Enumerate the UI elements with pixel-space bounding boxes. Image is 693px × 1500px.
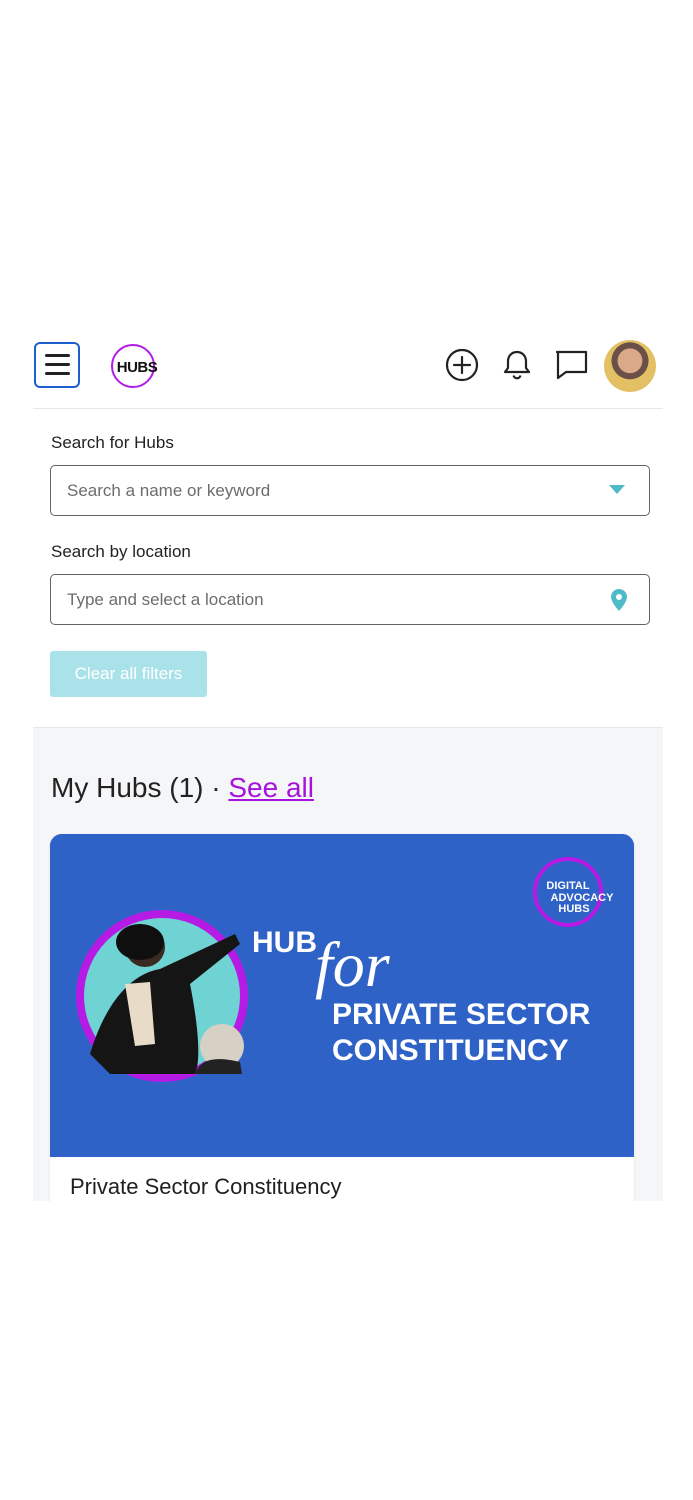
- badge-line1: DIGITAL: [546, 880, 589, 892]
- bell-icon[interactable]: [499, 347, 535, 383]
- search-hubs-input[interactable]: Search a name or keyword: [50, 465, 650, 516]
- search-location-label: Search by location: [51, 542, 191, 561]
- hubs-logo[interactable]: HUBS: [111, 344, 158, 388]
- location-placeholder: Type and select a location: [67, 590, 264, 609]
- banner-line2: CONSTITUENCY: [332, 1034, 569, 1067]
- my-hubs-heading: My Hubs (1) · See all: [51, 772, 314, 804]
- chat-icon[interactable]: [554, 347, 590, 383]
- menu-icon-bar: [45, 372, 70, 375]
- top-navigation-bar: HUBS: [33, 333, 663, 409]
- banner-for-word: for: [315, 929, 391, 1000]
- plus-circle-icon[interactable]: [444, 347, 480, 383]
- app-container: HUBS Search for Hubs Search a name or ke…: [33, 333, 663, 1201]
- see-all-link[interactable]: See all: [228, 772, 314, 803]
- my-hubs-section: My Hubs (1) · See all HUB for PRIVATE SE…: [33, 727, 663, 1201]
- hub-card[interactable]: HUB for PRIVATE SECTOR CONSTITUENCY DIGI…: [50, 834, 634, 1201]
- chevron-down-icon[interactable]: [609, 485, 625, 494]
- search-hubs-placeholder: Search a name or keyword: [67, 481, 271, 500]
- clear-filters-label: Clear all filters: [74, 664, 183, 683]
- location-pin-icon: [611, 589, 627, 611]
- badge-line3: HUBS: [558, 903, 589, 915]
- menu-icon-bar: [45, 354, 70, 357]
- banner-hub-word: HUB: [252, 926, 317, 959]
- my-hubs-title: My Hubs (1) ·: [51, 772, 229, 803]
- clear-filters-button[interactable]: Clear all filters: [50, 651, 207, 697]
- menu-icon-bar: [45, 363, 70, 366]
- banner-line1: PRIVATE SECTOR: [332, 998, 591, 1031]
- hub-banner-image: HUB for PRIVATE SECTOR CONSTITUENCY DIGI…: [50, 834, 634, 1157]
- location-input[interactable]: Type and select a location: [50, 574, 650, 625]
- logo-text: HUBS: [116, 359, 158, 376]
- hub-card-title[interactable]: Private Sector Constituency: [70, 1174, 341, 1200]
- menu-button[interactable]: [34, 342, 80, 388]
- avatar[interactable]: [604, 340, 656, 392]
- search-hubs-label: Search for Hubs: [51, 433, 174, 452]
